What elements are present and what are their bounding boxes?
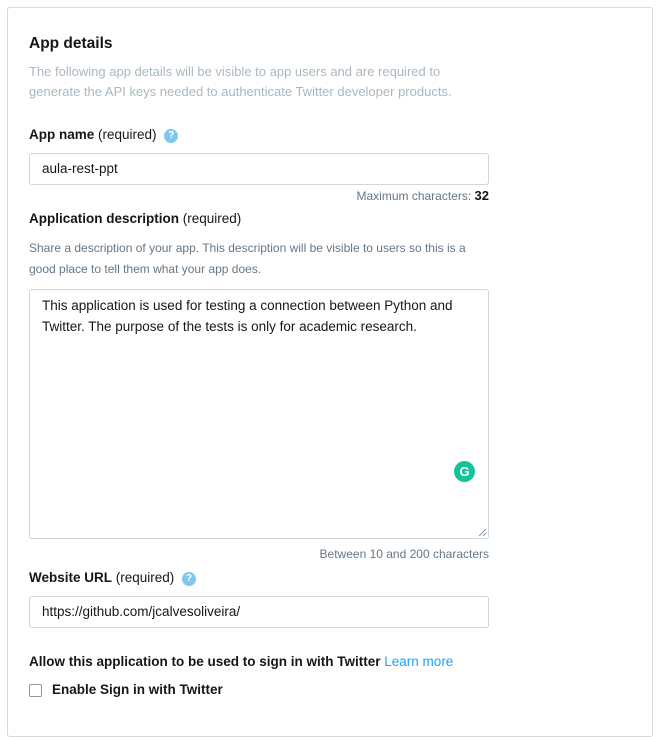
- enable-sign-in-checkbox[interactable]: [29, 684, 42, 697]
- required-text: (required): [115, 570, 175, 585]
- app-name-input[interactable]: aula-rest-ppt: [29, 153, 489, 185]
- app-name-label-row: App name (required) ?: [29, 127, 179, 143]
- char-range-hint: Between 10 and 200 characters: [319, 547, 489, 561]
- section-title: App details: [29, 35, 113, 52]
- website-url-label: Website URL: [29, 570, 113, 585]
- sign-in-heading-row: Allow this application to be used to sig…: [29, 654, 453, 669]
- website-url-input[interactable]: https://github.com/jcalvesoliveira/: [29, 596, 489, 628]
- max-chars-hint: Maximum characters: 32: [29, 188, 489, 203]
- max-chars-value: 32: [474, 188, 489, 203]
- question-icon[interactable]: ?: [164, 129, 179, 143]
- sign-in-heading: Allow this application to be used to sig…: [29, 654, 381, 669]
- website-url-label-row: Website URL (required) ?: [29, 570, 197, 586]
- app-description-label: Application description: [29, 211, 180, 226]
- resize-handle-icon[interactable]: [477, 527, 487, 537]
- required-text: (required): [182, 211, 242, 226]
- learn-more-link[interactable]: Learn more: [384, 654, 453, 669]
- app-description-help: Share a description of your app. This de…: [29, 241, 466, 276]
- app-name-label: App name: [29, 127, 95, 142]
- question-icon[interactable]: ?: [182, 572, 197, 586]
- grammarly-icon[interactable]: G: [454, 461, 475, 482]
- required-text: (required): [98, 127, 157, 142]
- enable-sign-in-label[interactable]: Enable Sign in with Twitter: [52, 682, 223, 697]
- app-description-textarea[interactable]: This application is used for testing a c…: [29, 289, 489, 539]
- max-chars-label: Maximum characters:: [356, 189, 472, 203]
- section-subtitle: The following app details will be visibl…: [29, 64, 452, 99]
- app-description-label-row: Application description (required): [29, 211, 241, 226]
